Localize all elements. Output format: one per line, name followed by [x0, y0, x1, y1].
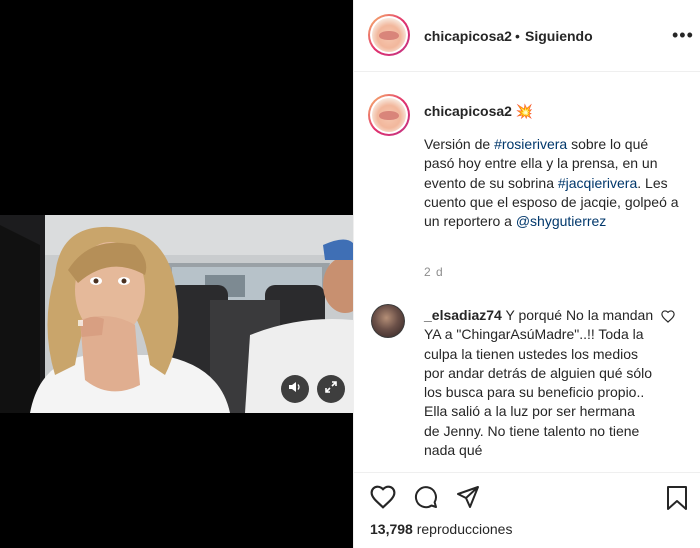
- views-number: 13,798: [370, 521, 413, 537]
- expand-icon: [324, 380, 338, 399]
- share-paper-plane-icon[interactable]: [456, 485, 480, 514]
- hashtag-link[interactable]: #jacqierivera: [558, 175, 637, 191]
- avatar[interactable]: [368, 14, 410, 56]
- more-options-icon[interactable]: •••: [672, 26, 694, 44]
- video-pane[interactable]: [0, 0, 353, 548]
- comment-username[interactable]: _elsadiaz74: [424, 307, 502, 323]
- video-player[interactable]: [0, 215, 353, 413]
- comment-item: _elsadiaz74 Y porqué No la mandan YA a "…: [424, 306, 654, 460]
- caption-username[interactable]: chicapicosa2: [424, 103, 512, 119]
- views-count[interactable]: 13,798 reproducciones: [370, 521, 512, 537]
- commenter-avatar[interactable]: [371, 304, 405, 338]
- comments-area[interactable]: chicapicosa2 💥 Versión de #rosierivera s…: [354, 72, 700, 472]
- separator-dot: •: [515, 28, 520, 44]
- explosion-emoji: 💥: [515, 103, 534, 119]
- like-comment-heart-icon[interactable]: [661, 310, 675, 328]
- post-author-username[interactable]: chicapicosa2: [424, 28, 512, 44]
- save-bookmark-icon[interactable]: [666, 485, 688, 516]
- audio-toggle-button[interactable]: [281, 375, 309, 403]
- post-actions-bar: 13,798 reproducciones: [354, 472, 700, 548]
- hashtag-link[interactable]: #rosierivera: [494, 136, 567, 152]
- post-header: chicapicosa2 • Siguiendo •••: [354, 0, 700, 72]
- caption-avatar[interactable]: [368, 94, 410, 136]
- post-side-panel: chicapicosa2 • Siguiendo ••• chicapicosa…: [353, 0, 700, 548]
- speaker-icon: [288, 380, 302, 399]
- like-heart-icon[interactable]: [370, 485, 396, 514]
- post-age[interactable]: 2 d: [424, 265, 444, 279]
- following-button[interactable]: Siguiendo: [525, 28, 593, 44]
- caption-text: Versión de #rosierivera sobre lo qué pas…: [424, 135, 679, 231]
- comment-body: Y porqué No la mandan YA a "ChingarAsúMa…: [424, 307, 654, 459]
- fullscreen-button[interactable]: [317, 375, 345, 403]
- comment-bubble-icon[interactable]: [414, 485, 438, 514]
- mention-link[interactable]: @shygutierrez: [516, 213, 606, 229]
- views-label: reproducciones: [416, 521, 513, 537]
- caption-segment: Versión de: [424, 136, 495, 152]
